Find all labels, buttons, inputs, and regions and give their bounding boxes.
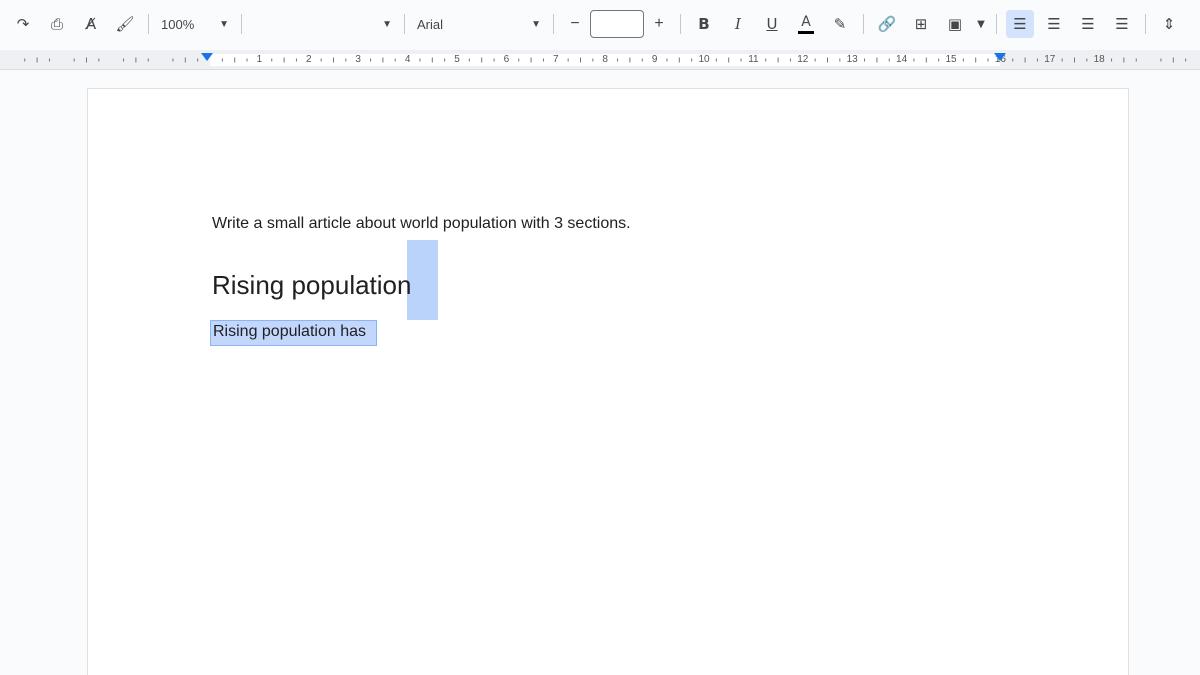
ruler-number: 6 xyxy=(503,54,510,65)
chevron-down-icon: ▼ xyxy=(531,18,541,30)
align-center-icon[interactable]: ☰ xyxy=(1040,10,1068,38)
font-select[interactable]: Arial ▼ xyxy=(411,10,547,38)
ruler-number: 12 xyxy=(797,54,809,65)
ruler-ticks xyxy=(24,57,1187,63)
section-heading[interactable]: Rising population xyxy=(212,270,411,301)
toolbar: ↷ ⎙ A̸ 🖌 100% ▼ ▼ Arial ▼ − + B I U A ✎ … xyxy=(0,0,1200,48)
zoom-select[interactable]: 100% ▼ xyxy=(155,10,235,38)
align-right-icon[interactable]: ☰ xyxy=(1074,10,1102,38)
italic-button[interactable]: I xyxy=(724,10,752,38)
font-value: Arial xyxy=(417,16,444,32)
ruler-number: 10 xyxy=(698,54,710,65)
toolbar-divider xyxy=(996,14,997,34)
chevron-down-icon[interactable]: ▼ xyxy=(975,10,987,38)
ruler-number: 14 xyxy=(896,54,908,65)
toolbar-divider xyxy=(863,14,864,34)
highlight-icon[interactable]: ✎ xyxy=(826,10,854,38)
chevron-down-icon: ▼ xyxy=(219,18,229,30)
underline-button[interactable]: U xyxy=(758,10,786,38)
text-color-button[interactable]: A xyxy=(792,10,820,38)
font-size-input[interactable] xyxy=(590,10,644,38)
print-icon[interactable]: ⎙ xyxy=(43,10,71,38)
ruler-number: 11 xyxy=(748,54,759,65)
zoom-value: 100% xyxy=(161,16,195,32)
ruler-number: 5 xyxy=(454,54,460,65)
line-spacing-icon[interactable]: ⇕ xyxy=(1155,10,1183,38)
toolbar-divider xyxy=(553,14,554,34)
ruler-number: 3 xyxy=(355,54,361,65)
toolbar-divider xyxy=(148,14,149,34)
ruler-number: 9 xyxy=(651,54,658,65)
ruler-number: 4 xyxy=(404,54,411,65)
font-size-control: − + xyxy=(560,10,674,38)
text-color-icon: A xyxy=(801,13,811,30)
ruler-number: 13 xyxy=(846,54,858,65)
align-justify-icon[interactable]: ☰ xyxy=(1108,10,1136,38)
ruler: 1 2 3 4 5 6 7 8 9 10 11 12 13 14 15 16 17 18 xyxy=(0,50,1200,70)
toolbar-divider xyxy=(1145,14,1146,34)
increase-font-size-button[interactable]: + xyxy=(644,10,674,38)
ruler-number: 15 xyxy=(945,54,957,65)
decrease-font-size-button[interactable]: − xyxy=(560,10,590,38)
ruler-number: 7 xyxy=(553,54,559,65)
prompt-text[interactable]: Write a small article about world popula… xyxy=(212,215,631,233)
align-left-icon[interactable]: ☰ xyxy=(1006,10,1034,38)
toolbar-divider xyxy=(680,14,681,34)
chevron-down-icon: ▼ xyxy=(382,18,392,30)
text-color-swatch xyxy=(798,30,814,34)
add-comment-icon[interactable]: ⊞ xyxy=(907,10,935,38)
ruler-number: 18 xyxy=(1093,54,1105,65)
ruler-number: 1 xyxy=(256,54,263,65)
paint-format-icon[interactable]: 🖌 xyxy=(111,10,139,38)
link-icon[interactable]: 🔗 xyxy=(873,10,901,38)
ruler-number: 8 xyxy=(602,54,608,65)
ruler-number: 17 xyxy=(1044,54,1056,65)
document-page[interactable]: Write a small article about world popula… xyxy=(88,89,1128,675)
insert-image-icon[interactable]: ▣ xyxy=(941,10,969,38)
selected-body-text[interactable]: Rising population has xyxy=(210,320,377,346)
toolbar-divider xyxy=(241,14,242,34)
redo-icon[interactable]: ↷ xyxy=(9,10,37,38)
paragraph-style-select[interactable]: ▼ xyxy=(248,10,398,38)
right-indent-marker[interactable] xyxy=(994,53,1006,61)
spellcheck-icon[interactable]: A̸ xyxy=(77,10,105,38)
ruler-number: 2 xyxy=(306,54,312,65)
document-canvas: Write a small article about world popula… xyxy=(0,71,1200,675)
toolbar-divider xyxy=(404,14,405,34)
left-indent-marker[interactable] xyxy=(201,53,213,61)
bold-button[interactable]: B xyxy=(690,10,718,38)
cursor-highlight xyxy=(407,240,438,320)
